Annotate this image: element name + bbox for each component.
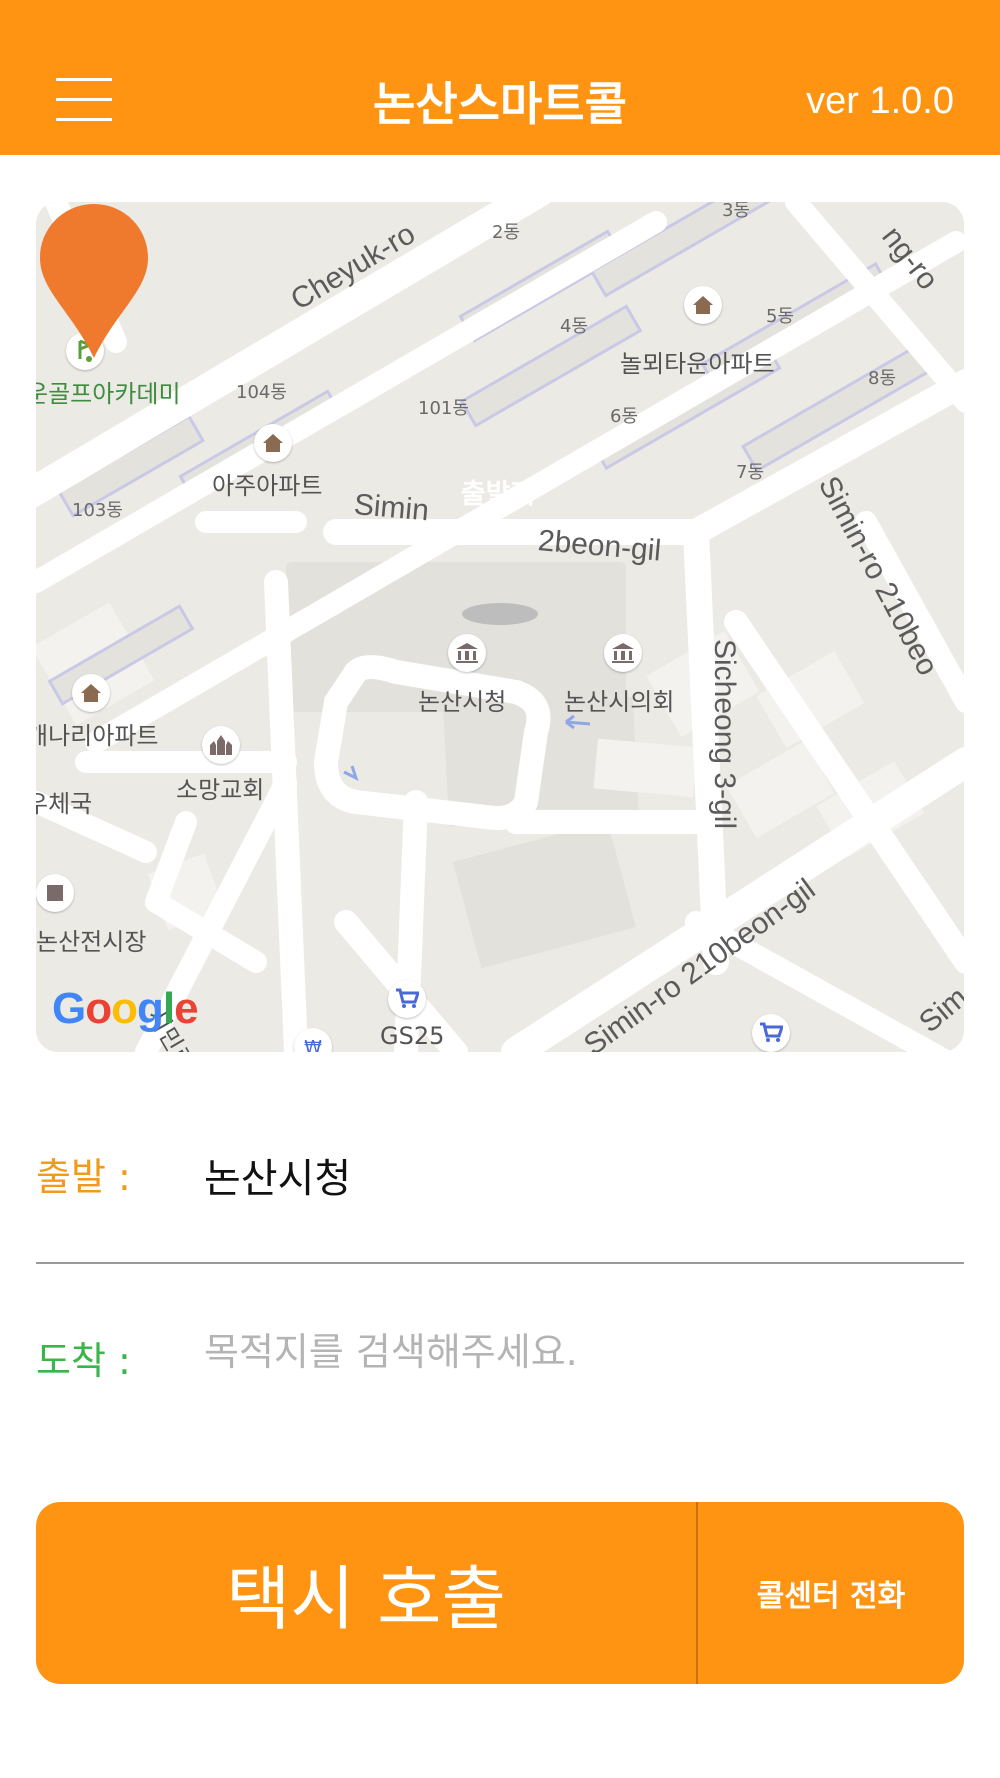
version-label: ver 1.0.0	[806, 80, 954, 122]
block-label-5: 5동	[766, 306, 795, 327]
block-label-6: 6동	[610, 406, 639, 427]
map-pin-icon[interactable]	[36, 202, 152, 362]
church-icon	[202, 726, 240, 764]
call-center-button[interactable]: 콜센터 전화	[698, 1502, 964, 1684]
svg-text:₩: ₩	[304, 1037, 322, 1052]
block-label-103: 103동	[72, 500, 123, 521]
home-icon	[72, 674, 110, 712]
place-label-aju-apt: 아주아파트	[212, 472, 323, 500]
place-label-golf-academy: 운골프아카데미	[36, 380, 181, 408]
block-label-104: 104동	[236, 382, 287, 403]
app-header: 논산스마트콜 ver 1.0.0	[0, 0, 1000, 155]
place-label-gs25: GS25	[380, 1022, 445, 1050]
block-label-3: 3동	[722, 202, 751, 221]
block-label-2: 2동	[492, 222, 521, 243]
departure-marker-label: 출발지	[460, 479, 536, 510]
place-label-jeonsijang: 논산전시장	[36, 928, 147, 956]
block-label-101: 101동	[418, 398, 469, 419]
place-label-city-council: 논산시의회	[564, 688, 675, 716]
government-building-icon	[448, 634, 486, 672]
departure-value[interactable]: 논산시청	[204, 1146, 351, 1204]
home-icon	[254, 424, 292, 462]
place-label-city-hall: 논산시청	[418, 688, 507, 716]
home-icon	[684, 286, 722, 324]
block-label-8: 8동	[868, 368, 897, 389]
action-button-bar: 택시 호출 콜센터 전화	[36, 1502, 964, 1684]
shopping-cart-icon	[388, 980, 426, 1018]
map-canvas	[36, 202, 964, 1052]
road-label-sicheong-3-gil: Sicheong 3-gil	[708, 639, 741, 830]
road-label-simin: Simin	[352, 488, 431, 528]
google-logo: Google	[52, 984, 199, 1033]
hamburger-menu-icon[interactable]	[56, 78, 112, 122]
block-label-4: 4동	[560, 316, 589, 337]
government-building-icon	[604, 634, 642, 672]
map-view[interactable]: Cheyuk-ro Simin 2beon-gil Simin-ro 210be…	[36, 202, 964, 1052]
place-label-somang-church: 소망교회	[176, 776, 265, 804]
place-label-nolmoe-town: 놀뫼타운아파트	[620, 350, 775, 378]
call-taxi-button[interactable]: 택시 호출	[36, 1502, 696, 1684]
arrival-label: 도착 :	[36, 1339, 131, 1383]
app-title: 논산스마트콜	[373, 77, 627, 131]
market-icon	[36, 874, 74, 912]
form-divider	[36, 1262, 964, 1264]
place-label-gaenari-apt: 개나리아파트	[36, 722, 159, 750]
destination-search-input[interactable]	[204, 1322, 944, 1382]
place-label-post-office: 우체국	[36, 790, 93, 818]
departure-label: 출발 :	[36, 1155, 131, 1199]
shopping-cart-icon	[752, 1014, 790, 1052]
block-label-7: 7동	[736, 462, 765, 483]
